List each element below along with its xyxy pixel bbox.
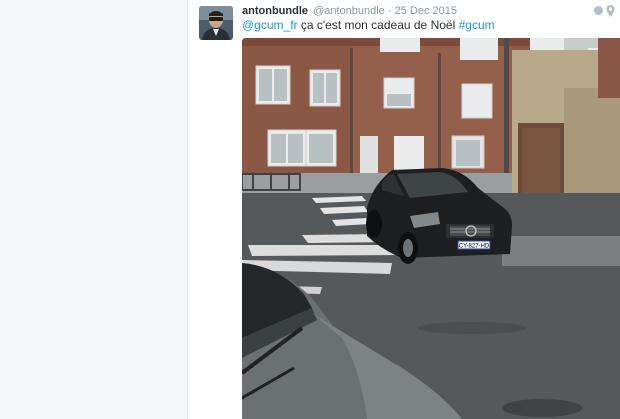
location-pin-icon[interactable] [606,4,615,17]
globe-icon [594,5,603,15]
separator-dot: · [387,5,392,17]
tweet-date[interactable]: 25 Dec 2015 [395,5,457,17]
tweet-body-text: ça c'est mon cadeau de Noël [297,18,459,32]
display-name[interactable]: antonbundle [242,5,308,17]
avatar[interactable] [199,6,233,40]
tweet-card[interactable]: antonbundle @antonbundle · 25 Dec 2015 @… [187,0,620,419]
user-handle[interactable]: @antonbundle [313,5,385,17]
tweet-header-icons [594,4,615,17]
tweet-text: @gcum_fr ça c'est mon cadeau de Noël #gc… [242,18,495,33]
hashtag-link[interactable]: #gcum [459,18,495,32]
left-empty-panel [0,0,187,419]
tweet-photo[interactable]: CY-827-HD [242,38,620,419]
mention-link[interactable]: @gcum_fr [242,18,298,32]
license-plate: CY-827-HD [459,244,490,250]
tweet-header: antonbundle @antonbundle · 25 Dec 2015 [242,4,457,18]
